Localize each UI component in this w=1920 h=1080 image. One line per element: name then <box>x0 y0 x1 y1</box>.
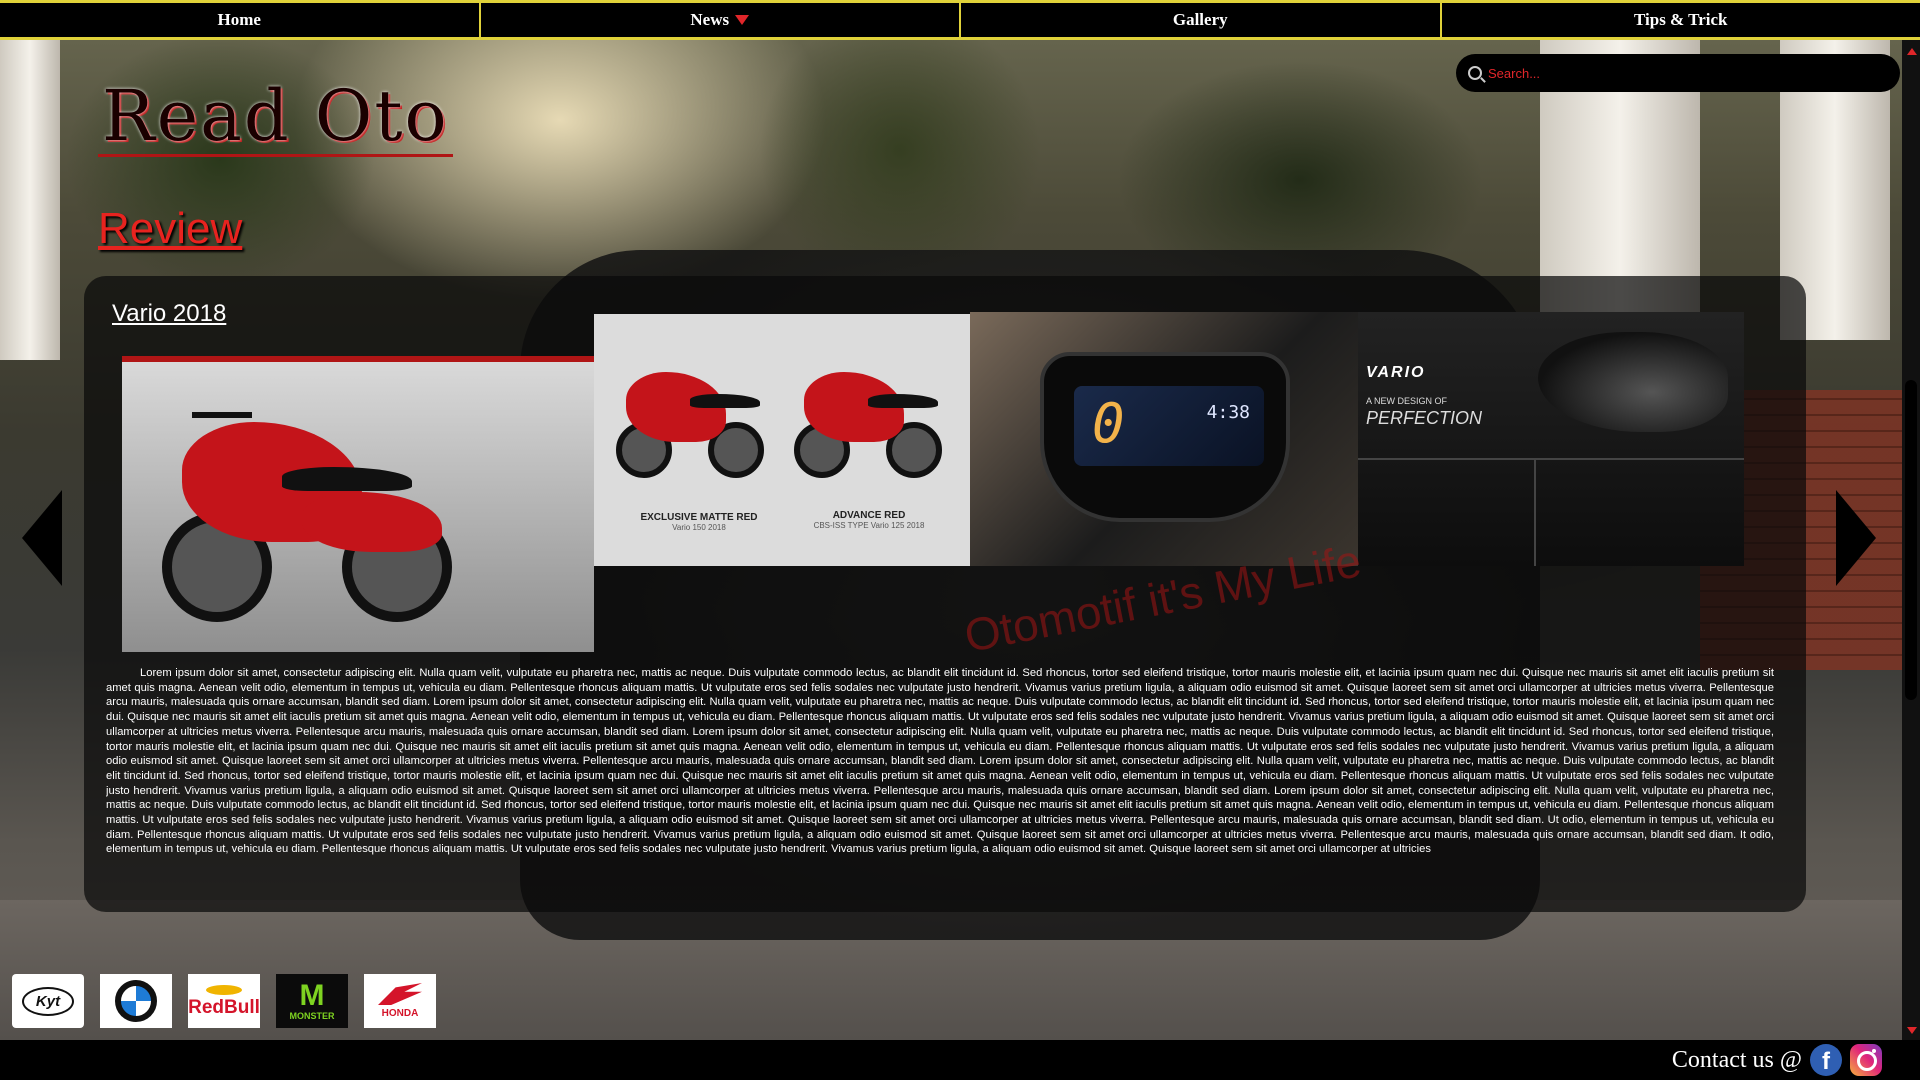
caret-down-icon <box>735 15 750 25</box>
design-tagline: A NEW DESIGN OF <box>1366 396 1448 406</box>
sponsor-monster-label: MONSTER <box>289 1011 335 1021</box>
sponsor-bmw[interactable] <box>100 974 172 1028</box>
collage-divider <box>1358 458 1744 460</box>
gallery-image-2[interactable]: EXCLUSIVE MATTE RED Vario 150 2018 ADVAN… <box>594 314 970 566</box>
nav-gallery[interactable]: Gallery <box>961 3 1442 37</box>
nav-home-label: Home <box>217 10 261 29</box>
scooter-advance-red <box>790 350 950 480</box>
sponsor-kyt[interactable]: Kyt <box>12 974 84 1028</box>
design-headline: PERFECTION <box>1366 408 1483 428</box>
gallery-image-3[interactable]: 0 4:38 <box>970 312 1358 566</box>
nav-tips[interactable]: Tips & Trick <box>1442 3 1920 37</box>
sponsor-kyt-label: Kyt <box>21 986 75 1016</box>
search-icon <box>1468 66 1482 80</box>
collage-divider-vertical <box>1534 458 1536 566</box>
caption-matte-red-sub: Vario 150 2018 <box>672 523 726 532</box>
scroll-thumb[interactable] <box>1905 380 1917 700</box>
sponsor-logos: Kyt RedBull M MONSTER HONDA <box>12 974 436 1028</box>
monster-claw-icon: M <box>299 979 325 1012</box>
bmw-roundel-icon <box>115 980 157 1022</box>
speedometer-screen: 0 4:38 <box>1074 386 1264 466</box>
arrow-left-icon[interactable] <box>22 490 62 586</box>
search-input[interactable] <box>1488 65 1868 81</box>
top-nav: Home News Gallery Tips & Trick <box>0 0 1920 40</box>
gallery-image-4[interactable]: VARIO A NEW DESIGN OF PERFECTION <box>1358 312 1744 566</box>
gallery-image-1[interactable] <box>122 356 594 652</box>
nav-home[interactable]: Home <box>0 3 481 37</box>
footer-bar: Contact us @ f <box>0 1040 1920 1080</box>
instagram-icon[interactable] <box>1850 1044 1882 1076</box>
sponsor-honda-label: HONDA <box>381 1008 419 1019</box>
sponsor-honda[interactable]: HONDA <box>364 974 436 1028</box>
search-box <box>1456 54 1900 92</box>
nav-news[interactable]: News <box>481 3 961 37</box>
speedometer-panel: 0 4:38 <box>1040 352 1290 522</box>
sponsor-redbull[interactable]: RedBull <box>188 974 260 1028</box>
nav-news-label: News <box>690 10 730 29</box>
scroll-down-icon[interactable] <box>1907 1027 1917 1034</box>
site-logo[interactable]: Read Oto <box>98 79 453 157</box>
sponsor-monster[interactable]: M MONSTER <box>276 974 348 1028</box>
section-title[interactable]: Review <box>98 204 242 254</box>
contact-label: Contact us @ <box>1671 1046 1802 1073</box>
honda-wing-icon <box>378 983 422 1005</box>
page-scrollbar[interactable] <box>1902 40 1920 1040</box>
caption-matte-red: EXCLUSIVE MATTE RED Vario 150 2018 <box>624 512 774 532</box>
background-pillar-left <box>0 40 60 360</box>
vario-logo: VARIO <box>1366 364 1426 381</box>
scooter-illustration <box>152 382 452 622</box>
article-body: Lorem ipsum dolor sit amet, consectetur … <box>106 667 1774 856</box>
headlamp-detail <box>1538 332 1728 432</box>
caption-advance-red: ADVANCE RED CBS-ISS TYPE Vario 125 2018 <box>794 510 944 530</box>
arrow-right-icon[interactable] <box>1836 490 1876 586</box>
scroll-up-icon[interactable] <box>1907 48 1917 55</box>
image-gallery: EXCLUSIVE MATTE RED Vario 150 2018 ADVAN… <box>122 312 1744 652</box>
nav-tips-label: Tips & Trick <box>1633 10 1728 29</box>
nav-gallery-label: Gallery <box>1172 10 1228 29</box>
scooter-matte-red <box>612 350 772 480</box>
caption-advance-red-title: ADVANCE RED <box>832 510 906 521</box>
speedometer-time: 4:38 <box>1206 402 1250 423</box>
speedometer-speed: 0 <box>1092 392 1125 455</box>
redbull-bull-icon <box>206 985 242 995</box>
caption-matte-red-title: EXCLUSIVE MATTE RED <box>640 512 758 523</box>
facebook-icon[interactable]: f <box>1810 1044 1842 1076</box>
caption-advance-red-sub: CBS-ISS TYPE Vario 125 2018 <box>813 521 925 530</box>
sponsor-redbull-label: RedBull <box>188 997 260 1018</box>
